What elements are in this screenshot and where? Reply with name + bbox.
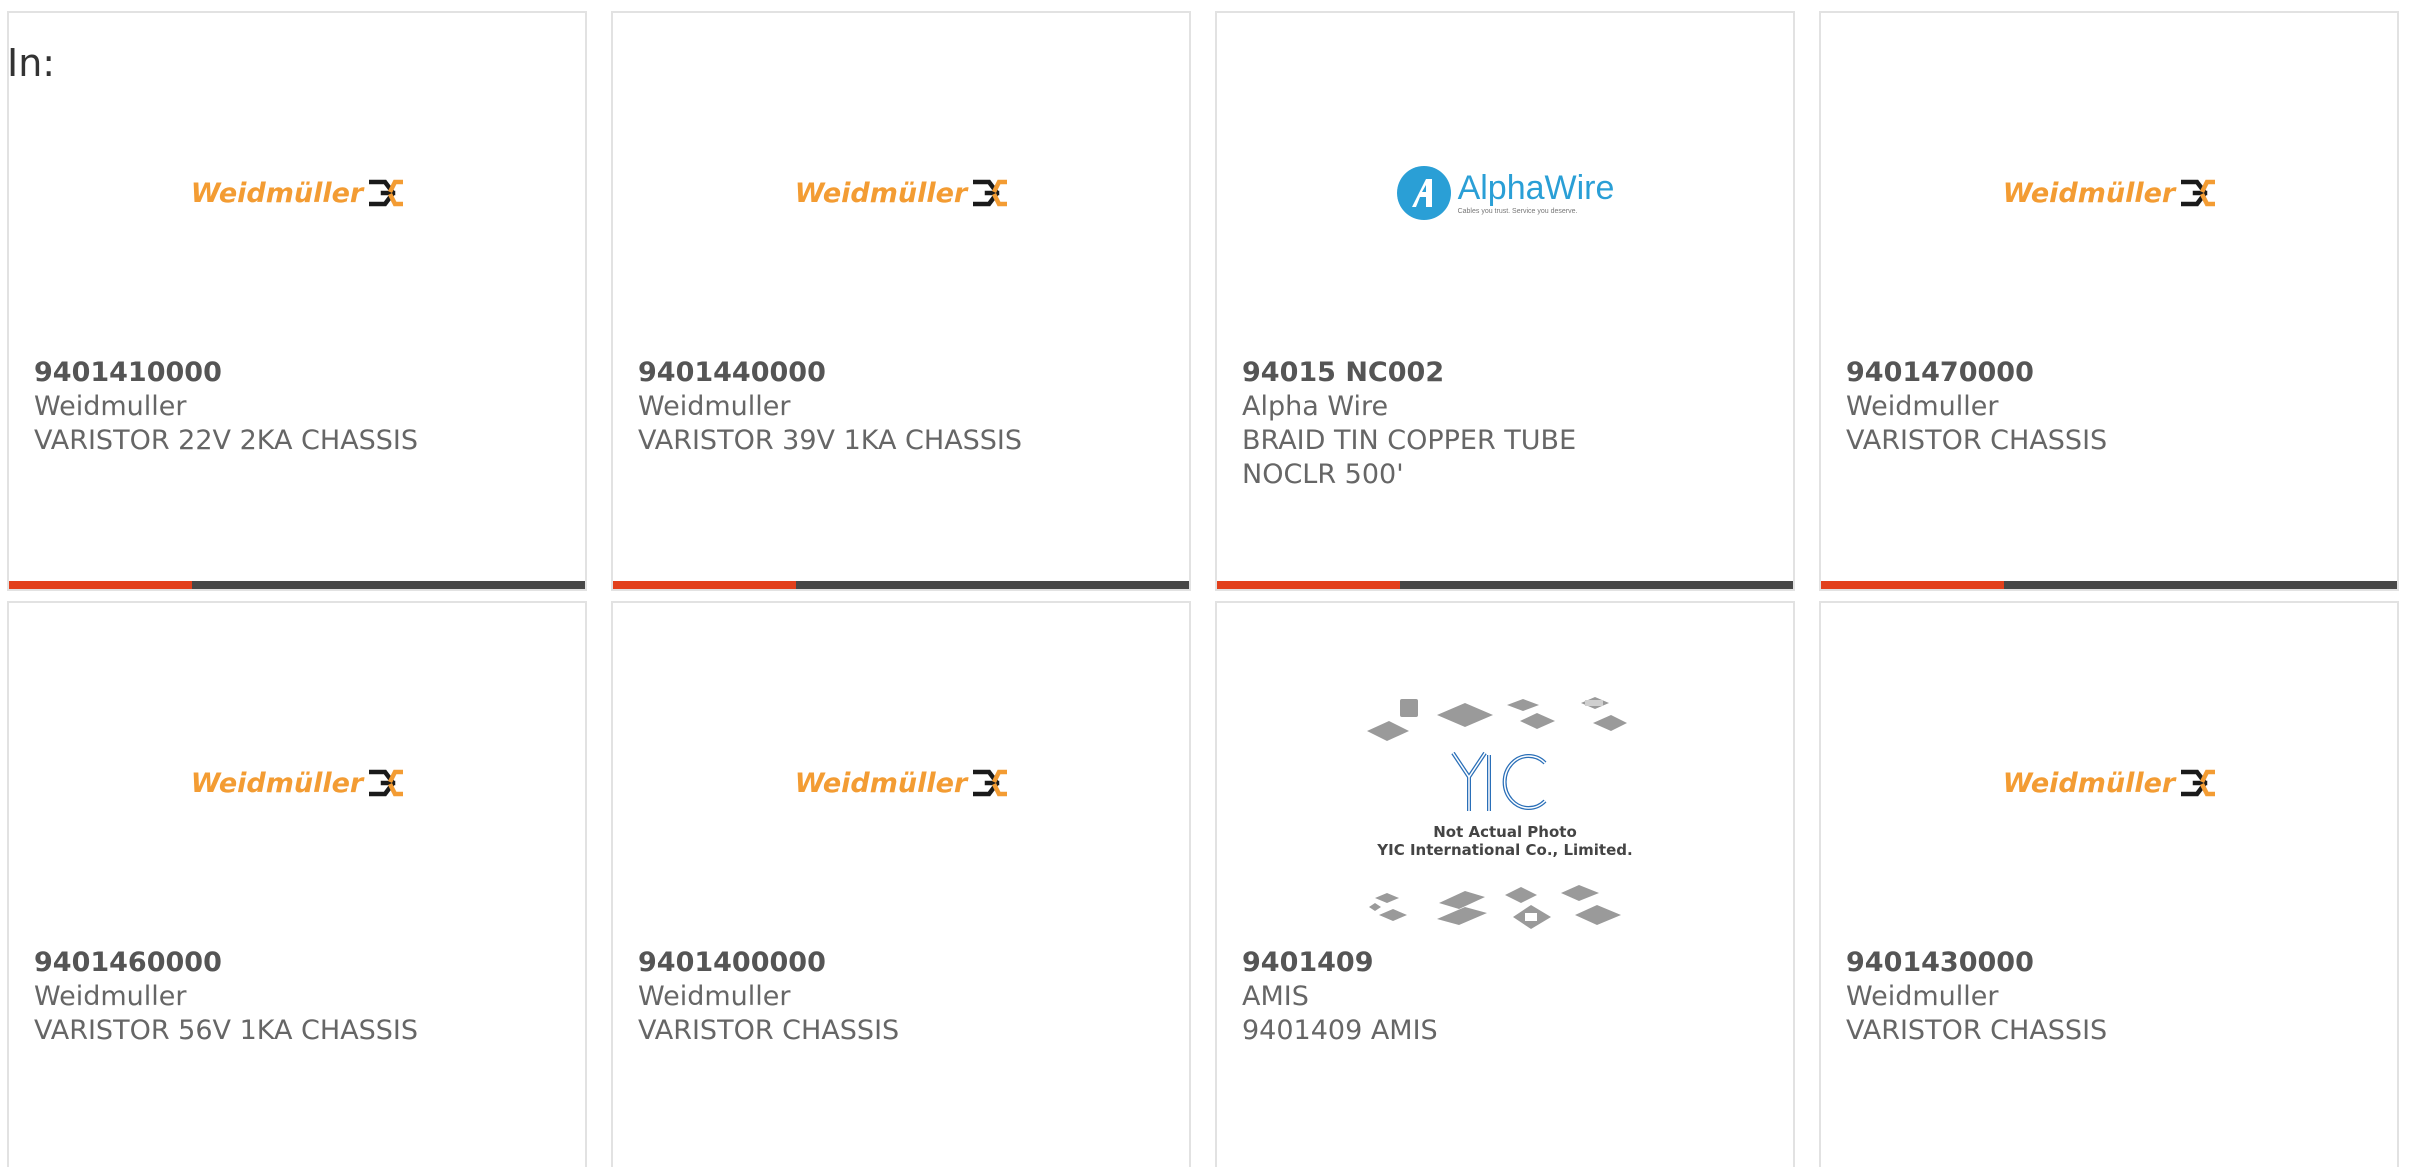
manufacturer-name: Weidmuller	[34, 391, 187, 422]
part-number-link[interactable]: 9401400000	[638, 946, 1164, 980]
weidmuller-logo: Weidmüller	[794, 177, 1008, 209]
product-grid: Weidmüller 9401410000 Weidmuller VARISTO…	[7, 11, 2399, 1167]
weidmuller-logo-text: Weidmüller	[190, 177, 364, 209]
product-description: VARISTOR 56V 1KA CHASSIS	[34, 1015, 419, 1046]
yic-caption-line2: YIC International Co., Limited.	[1377, 841, 1633, 859]
product-image[interactable]: AlphaWire Cables you trust. Service you …	[1217, 13, 1793, 353]
card-bar-accent	[613, 581, 796, 589]
manufacturer-name: AMIS	[1242, 981, 1309, 1012]
product-info: 9401430000 Weidmuller VARISTOR CHASSIS	[1846, 946, 2372, 1048]
weidmuller-symbol-icon	[2181, 179, 2216, 207]
product-card[interactable]: Weidmüller 9401410000 Weidmuller VARISTO…	[7, 11, 587, 591]
product-info: 9401460000 Weidmuller VARISTOR 56V 1KA C…	[34, 946, 560, 1048]
card-bottom-bar	[613, 581, 1189, 589]
yic-caption: Not Actual Photo YIC International Co., …	[1365, 823, 1645, 859]
product-info: 9401470000 Weidmuller VARISTOR CHASSIS	[1846, 356, 2372, 458]
part-number-link[interactable]: 94015 NC002	[1242, 356, 1768, 390]
product-image[interactable]: Weidmüller	[1821, 603, 2397, 943]
product-listing-page: In: Weidmüller 9401410000 Weidmuller VAR…	[0, 0, 2410, 1167]
part-number-link[interactable]: 9401410000	[34, 356, 560, 390]
weidmuller-logo-text: Weidmüller	[794, 767, 968, 799]
weidmuller-symbol-icon	[369, 179, 404, 207]
product-card[interactable]: AlphaWire Cables you trust. Service you …	[1215, 11, 1795, 591]
product-card[interactable]: Weidmüller 9401470000 Weidmuller VARISTO…	[1819, 11, 2399, 591]
weidmuller-logo: Weidmüller	[2002, 767, 2216, 799]
product-description: VARISTOR CHASSIS	[638, 1015, 900, 1046]
yic-logo-icon	[1451, 751, 1547, 811]
card-bar-accent	[9, 581, 192, 589]
product-info: 9401440000 Weidmuller VARISTOR 39V 1KA C…	[638, 356, 1164, 458]
manufacturer-name: Alpha Wire	[1242, 391, 1389, 422]
product-image[interactable]: Weidmüller	[9, 13, 585, 353]
weidmuller-logo-text: Weidmüller	[2002, 767, 2176, 799]
product-info: 94015 NC002 Alpha Wire BRAID TIN COPPER …	[1242, 356, 1768, 492]
product-image[interactable]: Not Actual Photo YIC International Co., …	[1217, 603, 1793, 943]
product-card[interactable]: Weidmüller 9401460000 Weidmuller VARISTO…	[7, 601, 587, 1167]
part-number-link[interactable]: 9401440000	[638, 356, 1164, 390]
weidmuller-symbol-icon	[973, 769, 1008, 797]
alphawire-logo-text: AlphaWire	[1457, 169, 1615, 207]
weidmuller-logo-text: Weidmüller	[190, 767, 364, 799]
alphawire-a-icon	[1396, 166, 1451, 220]
product-description: 9401409 AMIS	[1242, 1015, 1438, 1046]
product-card[interactable]: Weidmüller 9401440000 Weidmuller VARISTO…	[611, 11, 1191, 591]
card-bottom-bar	[1217, 581, 1793, 589]
product-description: VARISTOR CHASSIS	[1846, 1015, 2108, 1046]
product-image[interactable]: Weidmüller	[613, 13, 1189, 353]
chip-package-icon	[1367, 697, 1627, 929]
manufacturer-name: Weidmuller	[1846, 981, 1999, 1012]
yic-placeholder-image: Not Actual Photo YIC International Co., …	[1365, 693, 1645, 943]
yic-caption-line1: Not Actual Photo	[1433, 823, 1577, 841]
weidmuller-logo: Weidmüller	[190, 767, 404, 799]
manufacturer-name: Weidmuller	[638, 391, 791, 422]
product-description: BRAID TIN COPPER TUBE NOCLR 500'	[1242, 425, 1577, 490]
product-image[interactable]: Weidmüller	[1821, 13, 2397, 353]
part-number-link[interactable]: 9401470000	[1846, 356, 2372, 390]
weidmuller-symbol-icon	[2181, 769, 2216, 797]
part-number-link[interactable]: 9401460000	[34, 946, 560, 980]
product-description: VARISTOR 39V 1KA CHASSIS	[638, 425, 1023, 456]
weidmuller-logo: Weidmüller	[190, 177, 404, 209]
manufacturer-name: Weidmuller	[34, 981, 187, 1012]
weidmuller-symbol-icon	[973, 179, 1008, 207]
card-bar-accent	[1821, 581, 2004, 589]
card-bottom-bar	[9, 581, 585, 589]
weidmuller-logo-text: Weidmüller	[794, 177, 968, 209]
product-info: 9401409 AMIS 9401409 AMIS	[1242, 946, 1768, 1048]
weidmuller-logo: Weidmüller	[794, 767, 1008, 799]
card-bar-accent	[1217, 581, 1400, 589]
alphawire-tagline: Cables you trust. Service you deserve.	[1457, 208, 1578, 215]
product-info: 9401410000 Weidmuller VARISTOR 22V 2KA C…	[34, 356, 560, 458]
filter-in-label: In:	[7, 41, 56, 85]
product-card[interactable]: Weidmüller 9401400000 Weidmuller VARISTO…	[611, 601, 1191, 1167]
product-description: VARISTOR 22V 2KA CHASSIS	[34, 425, 419, 456]
weidmuller-symbol-icon	[369, 769, 404, 797]
product-card[interactable]: Not Actual Photo YIC International Co., …	[1215, 601, 1795, 1167]
product-image[interactable]: Weidmüller	[613, 603, 1189, 943]
product-description: VARISTOR CHASSIS	[1846, 425, 2108, 456]
manufacturer-name: Weidmuller	[1846, 391, 1999, 422]
product-image[interactable]: Weidmüller	[9, 603, 585, 943]
product-card[interactable]: Weidmüller 9401430000 Weidmuller VARISTO…	[1819, 601, 2399, 1167]
part-number-link[interactable]: 9401430000	[1846, 946, 2372, 980]
manufacturer-name: Weidmuller	[638, 981, 791, 1012]
alphawire-logo: AlphaWire Cables you trust. Service you …	[1396, 165, 1615, 221]
weidmuller-logo-text: Weidmüller	[2002, 177, 2176, 209]
part-number-link[interactable]: 9401409	[1242, 946, 1768, 980]
card-bottom-bar	[1821, 581, 2397, 589]
weidmuller-logo: Weidmüller	[2002, 177, 2216, 209]
product-info: 9401400000 Weidmuller VARISTOR CHASSIS	[638, 946, 1164, 1048]
